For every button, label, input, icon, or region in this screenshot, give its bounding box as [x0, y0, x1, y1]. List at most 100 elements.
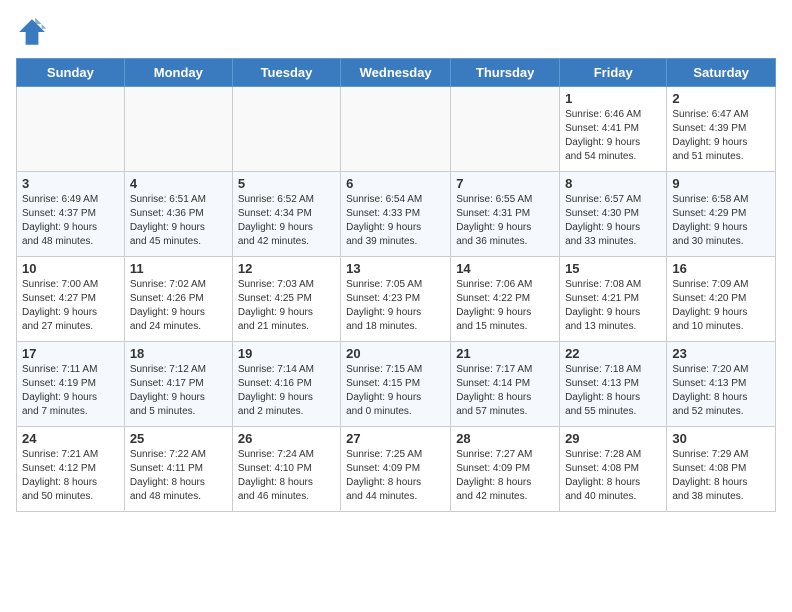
weekday-header: Thursday	[451, 59, 560, 87]
day-number: 25	[130, 431, 227, 446]
calendar-cell: 8Sunrise: 6:57 AM Sunset: 4:30 PM Daylig…	[560, 172, 667, 257]
calendar-cell: 25 Sunrise: 7:22 AM Sunset: 4:11 PM Dayli…	[124, 427, 232, 512]
calendar-cell: 15Sunrise: 7:08 AM Sunset: 4:21 PM Dayli…	[560, 257, 667, 342]
logo	[16, 16, 52, 48]
day-number: 27	[346, 431, 445, 446]
weekday-header: Wednesday	[341, 59, 451, 87]
day-number: 5	[238, 176, 335, 191]
calendar-cell: 9Sunrise: 6:58 AM Sunset: 4:29 PM Daylig…	[667, 172, 776, 257]
calendar-cell: 23 Sunrise: 7:20 AM Sunset: 4:13 PM Dayli…	[667, 342, 776, 427]
logo-icon	[16, 16, 48, 48]
day-info: Sunrise: 7:12 AM Sunset: 4:17 PM Dayligh…	[130, 363, 227, 419]
day-info: Sunrise: 6:51 AM Sunset: 4:36 PM Dayligh…	[130, 193, 227, 249]
day-number: 2	[672, 91, 770, 106]
day-info: Sunrise: 7:25 AM Sunset: 4:09 PM Dayligh…	[346, 448, 445, 504]
day-info: Sunrise: 7:22 AM Sunset: 4:11 PM Dayligh…	[130, 448, 227, 504]
page-header	[16, 16, 776, 48]
calendar-cell: 16 Sunrise: 7:09 AM Sunset: 4:20 PM Dayli…	[667, 257, 776, 342]
day-info: Sunrise: 7:14 AM Sunset: 4:16 PM Dayligh…	[238, 363, 335, 419]
weekday-header: Sunday	[17, 59, 125, 87]
day-number: 18	[130, 346, 227, 361]
calendar-cell	[232, 87, 340, 172]
weekday-header: Tuesday	[232, 59, 340, 87]
day-info: Sunrise: 7:09 AM Sunset: 4:20 PM Dayligh…	[672, 278, 770, 334]
calendar-week-row: 10 Sunrise: 7:00 AM Sunset: 4:27 PM Dayli…	[17, 257, 776, 342]
day-info: Sunrise: 6:55 AM Sunset: 4:31 PM Dayligh…	[456, 193, 554, 249]
day-number: 10	[22, 261, 119, 276]
day-info: Sunrise: 7:17 AM Sunset: 4:14 PM Dayligh…	[456, 363, 554, 419]
weekday-header: Monday	[124, 59, 232, 87]
day-number: 6	[346, 176, 445, 191]
day-info: Sunrise: 7:18 AM Sunset: 4:13 PM Dayligh…	[565, 363, 661, 419]
calendar-cell: 17Sunrise: 7:11 AM Sunset: 4:19 PM Dayli…	[17, 342, 125, 427]
day-info: Sunrise: 7:02 AM Sunset: 4:26 PM Dayligh…	[130, 278, 227, 334]
day-info: Sunrise: 7:28 AM Sunset: 4:08 PM Dayligh…	[565, 448, 661, 504]
calendar-cell	[17, 87, 125, 172]
day-number: 19	[238, 346, 335, 361]
day-number: 12	[238, 261, 335, 276]
weekday-header: Friday	[560, 59, 667, 87]
day-info: Sunrise: 7:24 AM Sunset: 4:10 PM Dayligh…	[238, 448, 335, 504]
calendar-cell: 24Sunrise: 7:21 AM Sunset: 4:12 PM Dayli…	[17, 427, 125, 512]
weekday-header: Saturday	[667, 59, 776, 87]
calendar-week-row: 1 Sunrise: 6:46 AM Sunset: 4:41 PM Daylig…	[17, 87, 776, 172]
day-info: Sunrise: 7:29 AM Sunset: 4:08 PM Dayligh…	[672, 448, 770, 504]
calendar-cell	[124, 87, 232, 172]
day-info: Sunrise: 7:08 AM Sunset: 4:21 PM Dayligh…	[565, 278, 661, 334]
calendar-cell: 30 Sunrise: 7:29 AM Sunset: 4:08 PM Dayli…	[667, 427, 776, 512]
day-number: 16	[672, 261, 770, 276]
calendar-cell: 4 Sunrise: 6:51 AM Sunset: 4:36 PM Daylig…	[124, 172, 232, 257]
calendar-table: SundayMondayTuesdayWednesdayThursdayFrid…	[16, 58, 776, 512]
calendar-cell	[341, 87, 451, 172]
day-number: 30	[672, 431, 770, 446]
calendar-week-row: 3Sunrise: 6:49 AM Sunset: 4:37 PM Daylig…	[17, 172, 776, 257]
calendar-header-row: SundayMondayTuesdayWednesdayThursdayFrid…	[17, 59, 776, 87]
day-number: 23	[672, 346, 770, 361]
day-info: Sunrise: 7:11 AM Sunset: 4:19 PM Dayligh…	[22, 363, 119, 419]
day-info: Sunrise: 7:15 AM Sunset: 4:15 PM Dayligh…	[346, 363, 445, 419]
day-number: 11	[130, 261, 227, 276]
day-info: Sunrise: 6:52 AM Sunset: 4:34 PM Dayligh…	[238, 193, 335, 249]
day-number: 29	[565, 431, 661, 446]
day-info: Sunrise: 7:06 AM Sunset: 4:22 PM Dayligh…	[456, 278, 554, 334]
calendar-cell: 5 Sunrise: 6:52 AM Sunset: 4:34 PM Daylig…	[232, 172, 340, 257]
calendar-cell	[451, 87, 560, 172]
calendar-cell: 21 Sunrise: 7:17 AM Sunset: 4:14 PM Dayli…	[451, 342, 560, 427]
calendar-cell: 6 Sunrise: 6:54 AM Sunset: 4:33 PM Daylig…	[341, 172, 451, 257]
day-number: 4	[130, 176, 227, 191]
calendar-week-row: 17Sunrise: 7:11 AM Sunset: 4:19 PM Dayli…	[17, 342, 776, 427]
day-number: 13	[346, 261, 445, 276]
calendar-cell: 3Sunrise: 6:49 AM Sunset: 4:37 PM Daylig…	[17, 172, 125, 257]
day-info: Sunrise: 6:49 AM Sunset: 4:37 PM Dayligh…	[22, 193, 119, 249]
day-number: 20	[346, 346, 445, 361]
calendar-cell: 2 Sunrise: 6:47 AM Sunset: 4:39 PM Daylig…	[667, 87, 776, 172]
day-info: Sunrise: 6:47 AM Sunset: 4:39 PM Dayligh…	[672, 108, 770, 164]
day-info: Sunrise: 7:05 AM Sunset: 4:23 PM Dayligh…	[346, 278, 445, 334]
day-info: Sunrise: 7:27 AM Sunset: 4:09 PM Dayligh…	[456, 448, 554, 504]
calendar-cell: 26 Sunrise: 7:24 AM Sunset: 4:10 PM Dayli…	[232, 427, 340, 512]
calendar-cell: 18 Sunrise: 7:12 AM Sunset: 4:17 PM Dayli…	[124, 342, 232, 427]
calendar-cell: 7 Sunrise: 6:55 AM Sunset: 4:31 PM Daylig…	[451, 172, 560, 257]
day-info: Sunrise: 7:03 AM Sunset: 4:25 PM Dayligh…	[238, 278, 335, 334]
calendar-cell: 29 Sunrise: 7:28 AM Sunset: 4:08 PM Dayli…	[560, 427, 667, 512]
day-number: 24	[22, 431, 119, 446]
calendar-cell: 20 Sunrise: 7:15 AM Sunset: 4:15 PM Dayli…	[341, 342, 451, 427]
day-info: Sunrise: 6:46 AM Sunset: 4:41 PM Dayligh…	[565, 108, 661, 164]
day-number: 21	[456, 346, 554, 361]
calendar-cell: 1 Sunrise: 6:46 AM Sunset: 4:41 PM Daylig…	[560, 87, 667, 172]
day-number: 26	[238, 431, 335, 446]
day-info: Sunrise: 7:00 AM Sunset: 4:27 PM Dayligh…	[22, 278, 119, 334]
calendar-cell: 27 Sunrise: 7:25 AM Sunset: 4:09 PM Dayli…	[341, 427, 451, 512]
day-info: Sunrise: 6:58 AM Sunset: 4:29 PM Dayligh…	[672, 193, 770, 249]
day-info: Sunrise: 6:54 AM Sunset: 4:33 PM Dayligh…	[346, 193, 445, 249]
day-number: 22	[565, 346, 661, 361]
calendar-cell: 11 Sunrise: 7:02 AM Sunset: 4:26 PM Dayli…	[124, 257, 232, 342]
day-info: Sunrise: 6:57 AM Sunset: 4:30 PM Dayligh…	[565, 193, 661, 249]
day-number: 14	[456, 261, 554, 276]
calendar-cell: 10 Sunrise: 7:00 AM Sunset: 4:27 PM Dayli…	[17, 257, 125, 342]
day-number: 1	[565, 91, 661, 106]
day-number: 7	[456, 176, 554, 191]
day-info: Sunrise: 7:20 AM Sunset: 4:13 PM Dayligh…	[672, 363, 770, 419]
calendar-cell: 12 Sunrise: 7:03 AM Sunset: 4:25 PM Dayli…	[232, 257, 340, 342]
calendar-cell: 22 Sunrise: 7:18 AM Sunset: 4:13 PM Dayli…	[560, 342, 667, 427]
